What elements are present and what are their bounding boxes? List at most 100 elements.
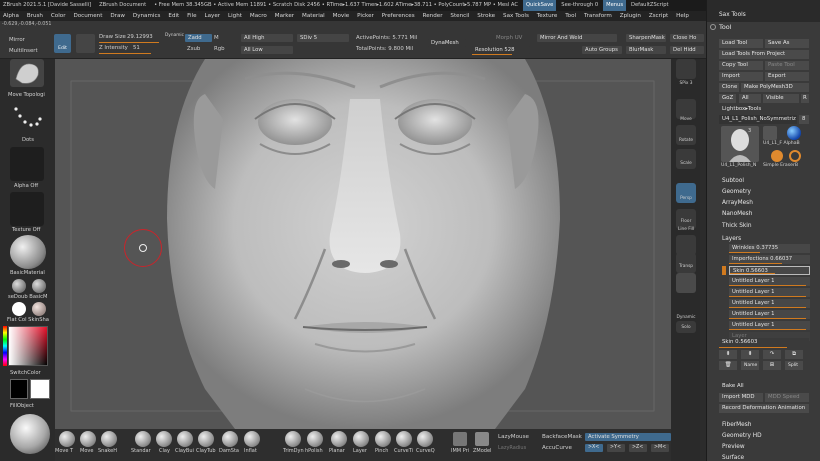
all-high-button[interactable]: All High — [241, 34, 293, 42]
brush-hpolish[interactable] — [307, 431, 323, 447]
import-button[interactable]: Import — [719, 72, 763, 81]
switch-color-label[interactable]: SwitchColor — [10, 370, 41, 376]
goz-button[interactable]: GoZ — [719, 94, 736, 103]
alpha-thumb[interactable] — [10, 147, 44, 181]
texture-thumb[interactable] — [10, 192, 44, 226]
symmetry-y-button[interactable]: >Y< — [607, 444, 625, 452]
hue-strip[interactable] — [3, 326, 7, 366]
sdiv-slider[interactable]: SDiv 5 — [297, 34, 349, 42]
skin-layer-slider[interactable] — [719, 347, 787, 348]
see-through-slider[interactable]: See-through 0 — [558, 0, 601, 11]
load-tool-button[interactable]: Load Tool — [719, 39, 763, 48]
menu-brush[interactable]: Brush — [24, 11, 46, 21]
auto-groups-button[interactable]: Auto Groups — [582, 46, 622, 54]
skin-shade-sphere[interactable] — [32, 302, 46, 316]
ghost-button[interactable] — [676, 273, 696, 293]
layer-row[interactable]: Untitled Layer 1 — [729, 288, 810, 297]
brush-clay[interactable] — [156, 431, 172, 447]
morph-uv-button[interactable]: Morph UV — [496, 35, 522, 41]
layer-row[interactable]: Untitled Layer 1 — [729, 310, 810, 319]
color-picker[interactable] — [8, 326, 48, 366]
menu-tool[interactable]: Tool — [562, 11, 579, 21]
layer-row[interactable]: Untitled Layer 1 — [729, 321, 810, 330]
z-intensity-slider[interactable] — [99, 53, 151, 54]
mdd-speed-slider[interactable]: MDD Speed — [765, 393, 809, 402]
brush-zmodeler[interactable] — [475, 432, 489, 446]
thick-skin-section[interactable]: Thick Skin — [722, 223, 752, 229]
menu-file[interactable]: File — [184, 11, 199, 21]
transparency-button[interactable] — [676, 253, 696, 273]
rgb-button[interactable]: Rgb — [214, 46, 225, 52]
backface-mask-button[interactable]: BackfaceMask — [542, 434, 582, 440]
current-material-sphere[interactable] — [10, 414, 50, 454]
brush-pinch[interactable] — [375, 431, 391, 447]
tool-palette-title[interactable]: Tool — [719, 23, 731, 31]
brush-claybuildup[interactable] — [177, 431, 193, 447]
menu-texture[interactable]: Texture — [534, 11, 560, 21]
dots-stroke-thumb[interactable] — [10, 103, 44, 133]
secondary-color-swatch[interactable] — [10, 379, 28, 399]
export-button[interactable]: Export — [765, 72, 809, 81]
double-material-sphere[interactable] — [12, 279, 26, 293]
geometry-section[interactable]: Geometry — [722, 189, 751, 195]
m-button[interactable]: M — [214, 35, 219, 41]
paste-tool-button[interactable]: Paste Tool — [765, 61, 809, 70]
blur-mask-button[interactable]: BlurMask — [626, 46, 666, 54]
skin-layer-field[interactable]: Skin 0.56603 — [719, 338, 809, 347]
edit-mode-button[interactable]: Edit — [54, 34, 71, 53]
primary-color-swatch[interactable] — [30, 379, 50, 399]
surface-section[interactable]: Surface — [722, 455, 744, 461]
layers-section[interactable]: Layers — [722, 236, 741, 242]
clone-button[interactable]: Clone — [719, 83, 739, 92]
menu-edit[interactable]: Edit — [165, 11, 182, 21]
flat-color-sphere[interactable] — [12, 302, 26, 316]
lazyradius-slider[interactable]: LazyRadius — [498, 445, 526, 451]
scale-view-button[interactable] — [676, 149, 696, 169]
brush-inflate[interactable] — [244, 431, 260, 447]
lightbox-tools-button[interactable]: Lightbox▸Tools — [719, 105, 809, 114]
draw-mode-button[interactable] — [76, 34, 95, 53]
default-zscript-button[interactable]: DefaultZScript — [628, 0, 672, 11]
palette-pin-icon[interactable] — [710, 24, 716, 30]
close-holes-button[interactable]: Close Ho — [670, 34, 704, 42]
brush-move[interactable] — [80, 431, 96, 447]
menu-stroke[interactable]: Stroke — [474, 11, 498, 21]
dynamic-toggle[interactable]: Dynamic — [165, 33, 184, 38]
menu-alpha[interactable]: Alpha — [0, 11, 22, 21]
quicksave-button[interactable]: QuickSave — [522, 0, 557, 11]
menu-draw[interactable]: Draw — [107, 11, 128, 21]
z-intensity-value[interactable]: 51 — [133, 45, 140, 51]
layer-delete-icon[interactable]: 🗑 — [719, 361, 737, 370]
spix-button[interactable] — [676, 59, 696, 79]
brush-curvetube[interactable] — [396, 431, 412, 447]
layer-redo-icon[interactable]: ↷ — [763, 350, 781, 359]
menu-material[interactable]: Material — [299, 11, 328, 21]
eraser-brush-thumbnail[interactable] — [789, 150, 801, 162]
brush-trimdynamic[interactable] — [285, 431, 301, 447]
menu-marker[interactable]: Marker — [272, 11, 297, 21]
layer-down-icon[interactable]: ⬍ — [741, 350, 759, 359]
copy-tool-button[interactable]: Copy Tool — [719, 61, 763, 70]
load-tools-from-project-button[interactable]: Load Tools From Project — [719, 50, 809, 59]
fibermesh-section[interactable]: FiberMesh — [722, 422, 751, 428]
all-button[interactable]: All — [739, 94, 761, 103]
record-deformation-button[interactable]: Record Deformation Animation — [719, 404, 809, 413]
alpha-brush-thumbnail[interactable] — [787, 126, 801, 140]
import-mdd-button[interactable]: Import MDD — [719, 393, 763, 402]
brush-layer[interactable] — [353, 431, 369, 447]
all-low-button[interactable]: All Low — [241, 46, 293, 54]
symmetry-x-button[interactable]: >X< — [585, 444, 603, 452]
delete-hidden-button[interactable]: Del Hidd — [670, 46, 704, 54]
zadd-button[interactable]: Zadd — [185, 34, 212, 42]
zsub-button[interactable]: Zsub — [187, 46, 200, 52]
brush-standard[interactable] — [135, 431, 151, 447]
menu-help[interactable]: Help — [673, 11, 692, 21]
simple-brush-thumbnail[interactable] — [771, 150, 783, 162]
lazymouse-button[interactable]: LazyMouse — [498, 434, 529, 440]
dynamesh-button[interactable]: DynaMesh — [428, 39, 466, 47]
layer-row[interactable]: Untitled Layer 1 — [729, 277, 810, 286]
bake-all-button[interactable]: Bake All — [719, 382, 809, 391]
symmetry-z-button[interactable]: >Z< — [629, 444, 647, 452]
move-view-button[interactable] — [676, 99, 696, 119]
brush-curvequad[interactable] — [417, 431, 433, 447]
